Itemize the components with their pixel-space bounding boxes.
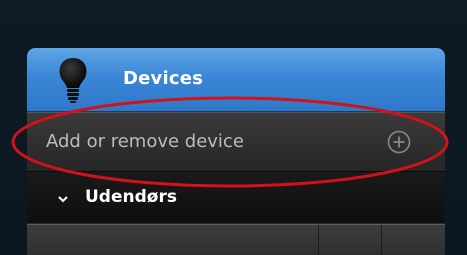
device-toggle-cell[interactable]	[319, 225, 382, 255]
device-action-cell[interactable]	[382, 225, 445, 255]
group-label: Udendørs	[85, 187, 177, 207]
device-name-cell	[27, 225, 319, 255]
devices-header[interactable]: Devices	[27, 48, 445, 112]
panel-title: Devices	[123, 68, 204, 89]
add-remove-device-label: Add or remove device	[46, 131, 244, 152]
chevron-down-icon	[58, 196, 68, 203]
device-row[interactable]	[27, 224, 445, 255]
screen: Devices Add or remove device Udendørs	[0, 0, 467, 255]
plus-circle-icon[interactable]	[387, 130, 411, 154]
devices-panel: Devices Add or remove device Udendørs	[27, 48, 445, 255]
add-remove-device-button[interactable]: Add or remove device	[27, 112, 445, 172]
lightbulb-icon	[59, 58, 87, 103]
group-row-udendors[interactable]: Udendørs	[27, 172, 445, 224]
